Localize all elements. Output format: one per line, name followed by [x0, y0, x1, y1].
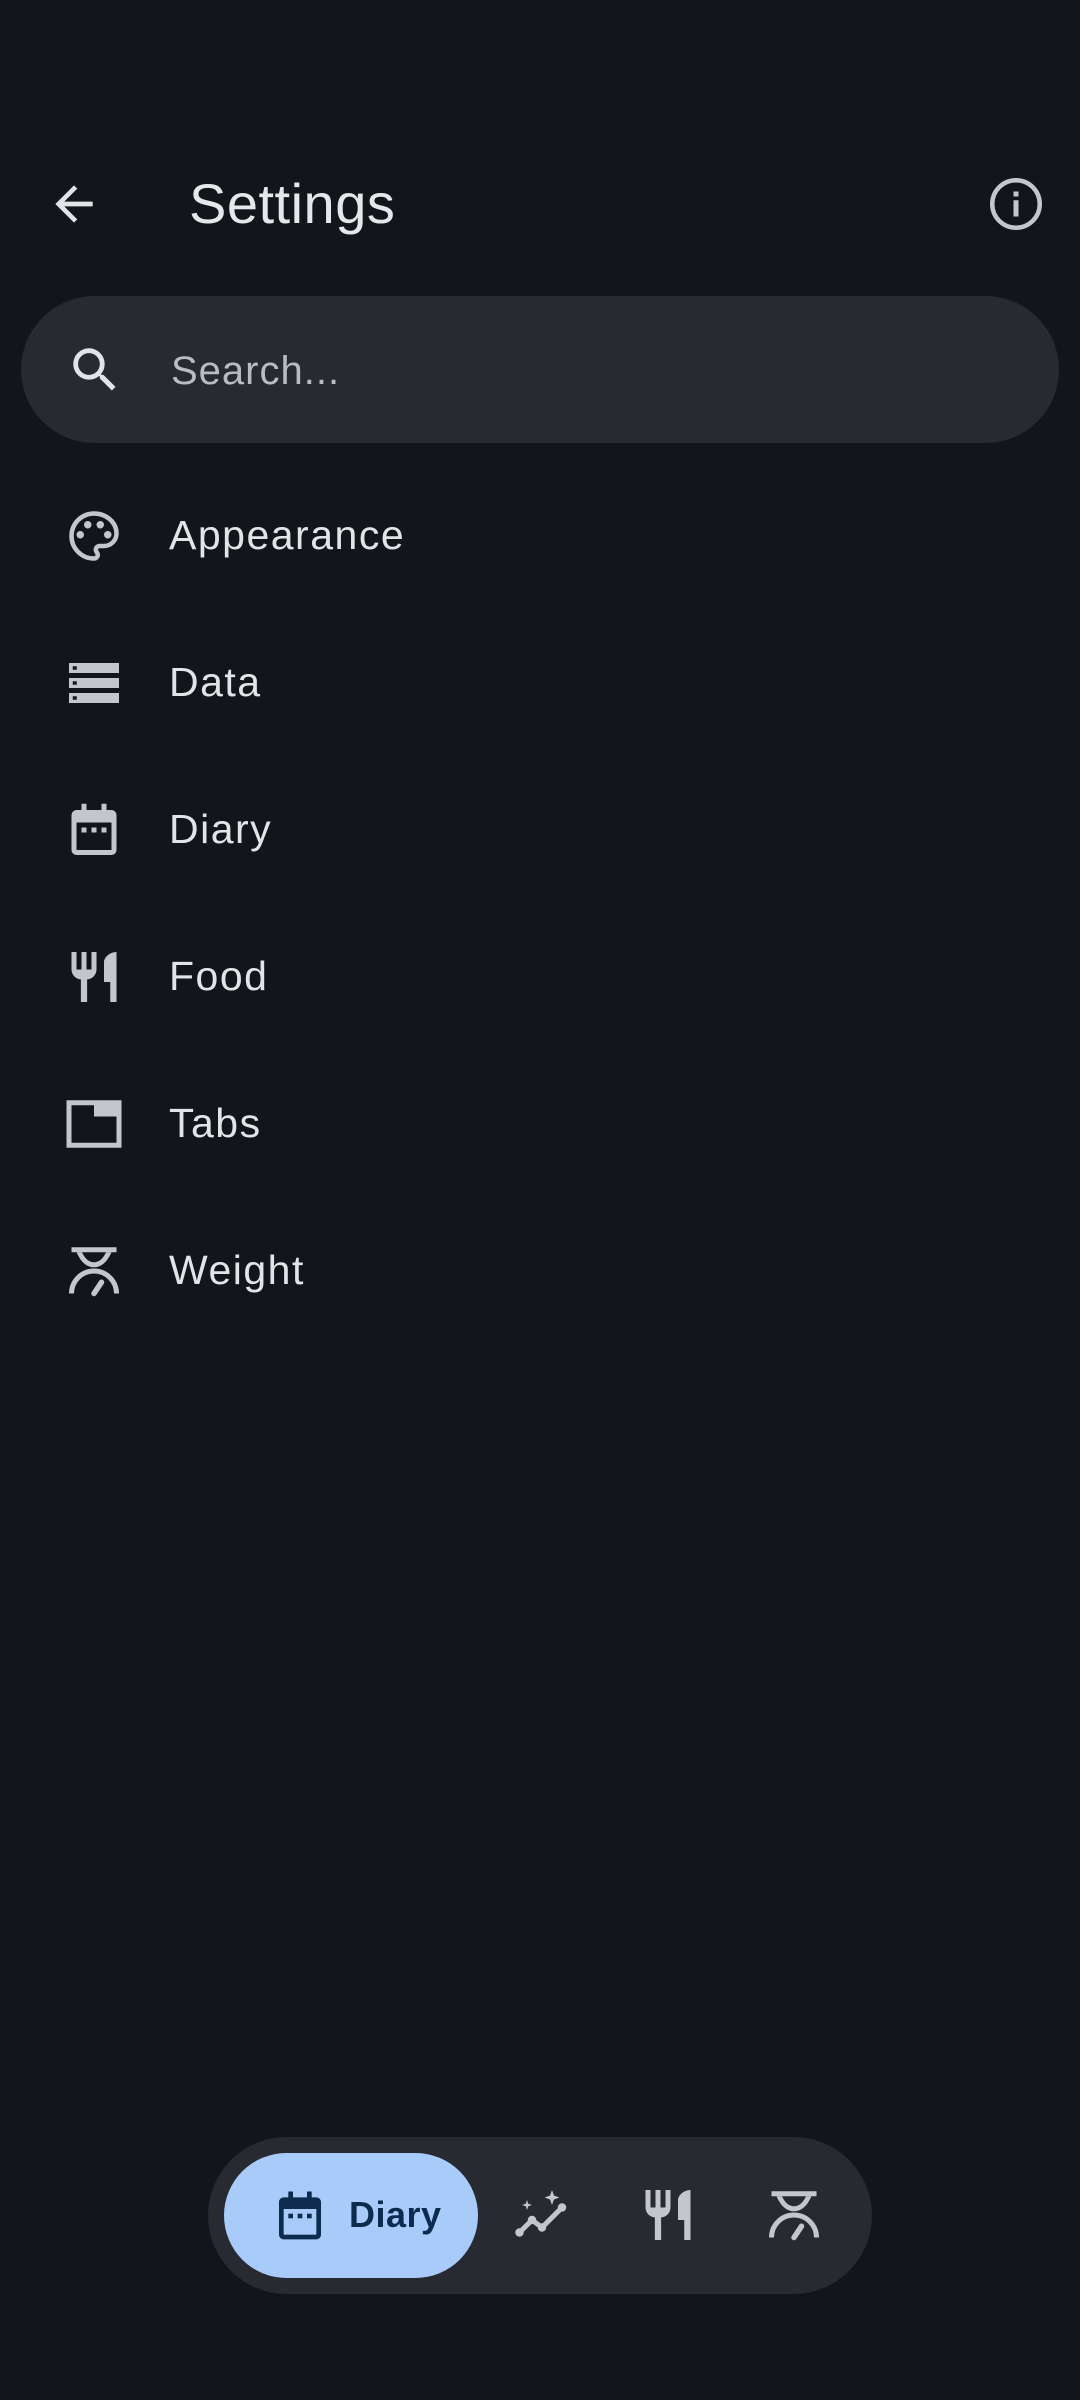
back-button[interactable] [32, 162, 116, 246]
settings-screen: Settings Search... Appearance Data Diary… [0, 0, 1080, 2400]
trends-icon [515, 2190, 567, 2237]
nav-item-food[interactable] [620, 2167, 716, 2263]
calendar-icon [62, 798, 126, 862]
palette-icon [62, 504, 126, 568]
settings-item-label: Food [169, 953, 269, 999]
scale-icon [769, 2191, 819, 2241]
settings-item-label: Data [169, 659, 262, 705]
settings-item-food[interactable]: Food [0, 903, 1080, 1050]
settings-item-appearance[interactable]: Appearance [0, 462, 1080, 609]
settings-item-label: Diary [169, 806, 273, 852]
tab-icon [62, 1092, 126, 1156]
nav-item-label: Diary [349, 2194, 442, 2235]
info-icon [990, 178, 1042, 230]
nav-item-weight[interactable] [746, 2167, 842, 2263]
nav-item-diary[interactable]: Diary [224, 2153, 478, 2278]
scale-icon [62, 1239, 126, 1303]
settings-item-weight[interactable]: Weight [0, 1197, 1080, 1344]
settings-item-data[interactable]: Data [0, 609, 1080, 756]
nav-item-trends[interactable] [494, 2167, 590, 2263]
bottom-navigation: Diary [208, 2137, 872, 2294]
storage-icon [62, 651, 126, 715]
search-bar[interactable] [21, 296, 1059, 443]
arrow-back-icon [55, 185, 93, 223]
restaurant-icon [62, 945, 126, 1009]
info-button[interactable] [974, 162, 1058, 246]
settings-item-tabs[interactable]: Tabs [0, 1050, 1080, 1197]
restaurant-icon [645, 2190, 691, 2240]
calendar-icon [268, 2184, 332, 2248]
settings-item-label: Tabs [169, 1100, 262, 1146]
search-input[interactable] [169, 326, 1013, 416]
page-title: Settings [189, 172, 396, 235]
settings-item-label: Weight [169, 1247, 305, 1293]
search-icon [63, 338, 127, 402]
settings-list: Appearance Data Diary Food Tabs Weight [0, 462, 1080, 1344]
settings-item-label: Appearance [169, 512, 406, 558]
settings-item-diary[interactable]: Diary [0, 756, 1080, 903]
top-app-bar: Settings [0, 130, 1080, 270]
